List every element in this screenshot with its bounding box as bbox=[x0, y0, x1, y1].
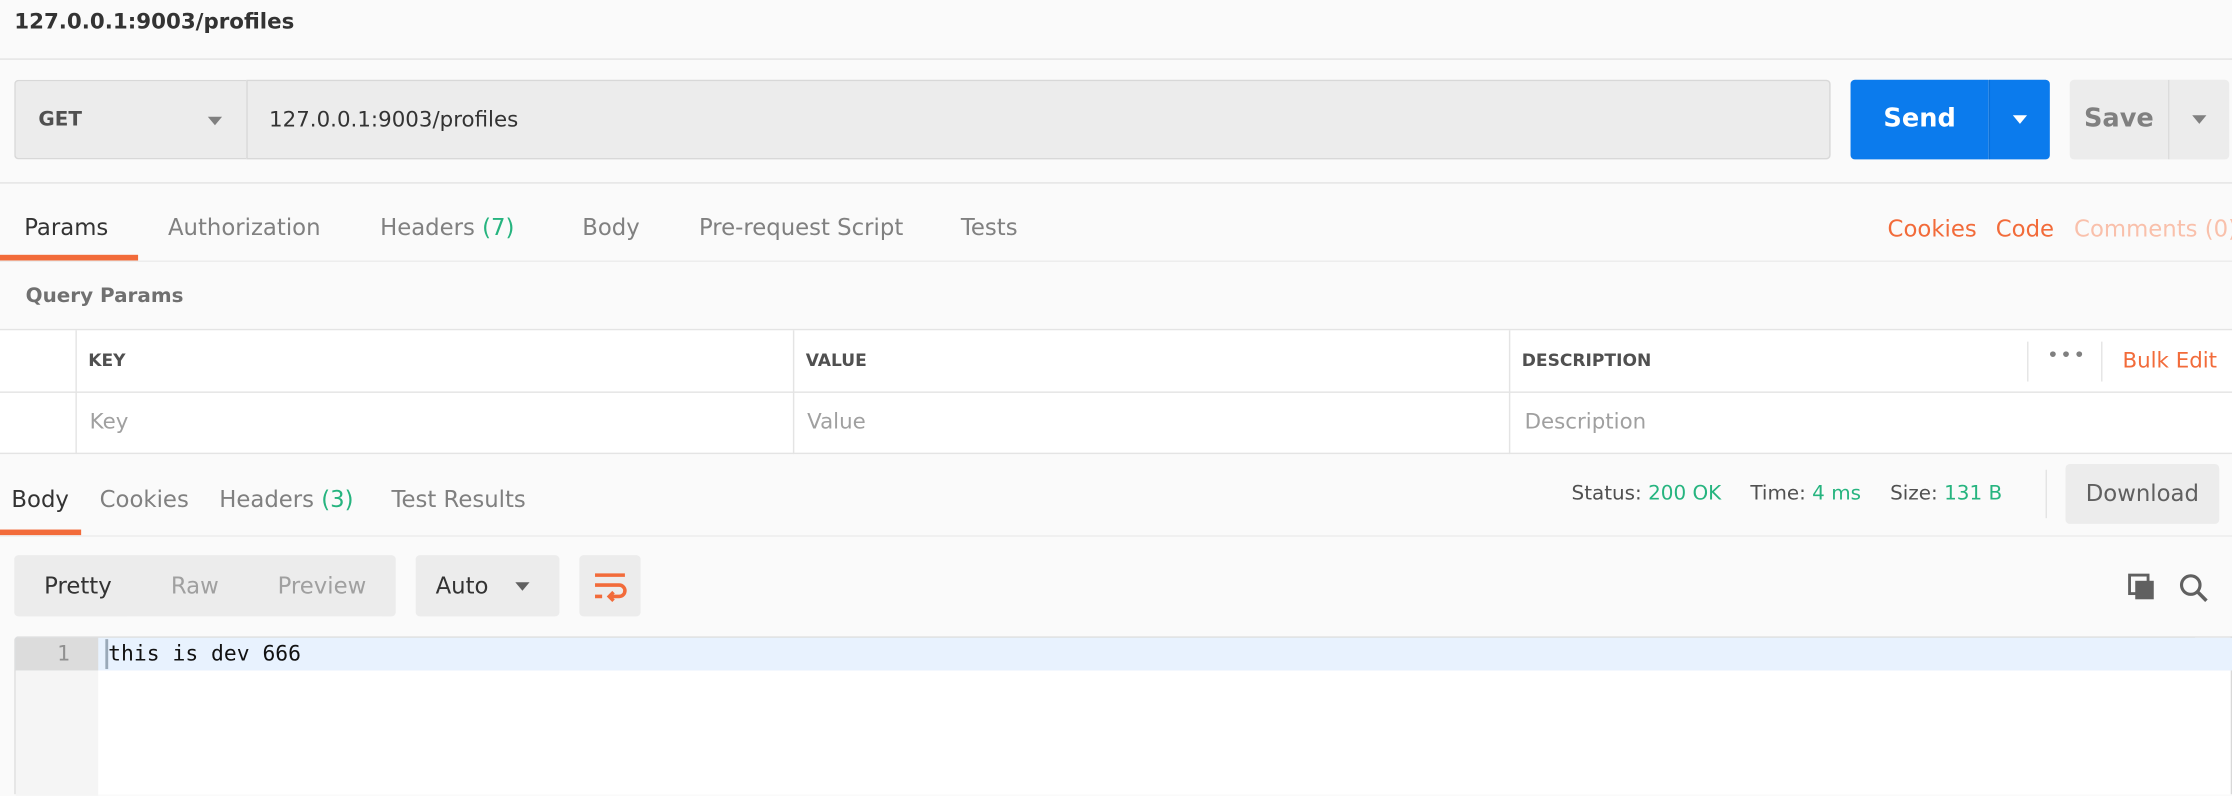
format-value: Auto bbox=[435, 572, 489, 600]
response-editor[interactable]: 1 this is dev 666 bbox=[14, 636, 2232, 796]
request-tabs: Params Authorization Headers (7) Body Pr… bbox=[0, 214, 1139, 262]
size-value: 131 B bbox=[1944, 482, 2003, 506]
chevron-down-icon bbox=[2192, 115, 2207, 124]
tab-headers[interactable]: Headers (7) bbox=[380, 214, 514, 241]
tab-tests[interactable]: Tests bbox=[961, 214, 1018, 241]
tab-response-cookies[interactable]: Cookies bbox=[100, 485, 189, 512]
mode-preview[interactable]: Preview bbox=[278, 572, 367, 599]
tab-authorization[interactable]: Authorization bbox=[168, 214, 321, 241]
value-input[interactable]: Value bbox=[807, 409, 866, 435]
search-icon[interactable] bbox=[2178, 572, 2209, 603]
column-description: DESCRIPTION bbox=[1521, 350, 1652, 371]
method-value: GET bbox=[38, 108, 83, 131]
wrap-icon bbox=[595, 573, 627, 602]
comments-link[interactable]: Comments (0) bbox=[2074, 215, 2232, 242]
tab-params[interactable]: Params bbox=[24, 214, 108, 241]
code-link[interactable]: Code bbox=[1996, 215, 2054, 242]
window-title: 127.0.0.1:9003/profiles bbox=[14, 8, 295, 35]
line-number: 1 bbox=[56, 640, 70, 667]
active-line bbox=[15, 637, 2232, 671]
chevron-down-icon bbox=[207, 116, 223, 126]
url-input[interactable]: 127.0.0.1:9003/profiles bbox=[246, 79, 1831, 160]
description-input[interactable]: Description bbox=[1525, 409, 1647, 435]
method-select[interactable]: GET bbox=[14, 79, 247, 160]
time-value: 4 ms bbox=[1812, 482, 1862, 506]
response-tabs: Body Cookies Headers (3) Test Results bbox=[0, 485, 712, 536]
save-button[interactable]: Save bbox=[2069, 79, 2168, 160]
tab-response-body[interactable]: Body bbox=[11, 485, 68, 512]
send-options-button[interactable] bbox=[1988, 79, 2050, 160]
code-line: this is dev 666 bbox=[108, 640, 302, 667]
tab-body[interactable]: Body bbox=[582, 214, 639, 241]
copy-icon[interactable] bbox=[2127, 572, 2158, 603]
save-options-button[interactable] bbox=[2167, 79, 2230, 160]
mode-raw[interactable]: Raw bbox=[171, 572, 219, 599]
tab-test-results[interactable]: Test Results bbox=[391, 485, 525, 512]
download-button[interactable]: Download bbox=[2065, 464, 2220, 524]
cookies-link[interactable]: Cookies bbox=[1888, 215, 1977, 242]
tab-response-headers[interactable]: Headers (3) bbox=[219, 485, 353, 512]
more-options-icon[interactable]: ••• bbox=[2047, 344, 2087, 367]
bulk-edit-link[interactable]: Bulk Edit bbox=[2122, 347, 2217, 373]
status-value: 200 OK bbox=[1648, 482, 1722, 506]
column-value: VALUE bbox=[805, 350, 867, 371]
query-params-table: KEY VALUE DESCRIPTION ••• Bulk Edit Key … bbox=[0, 328, 2232, 455]
response-meta: Status: 200 OK Time: 4 ms Size: 131 B bbox=[1571, 482, 2003, 506]
column-key: KEY bbox=[88, 350, 126, 371]
wrap-lines-button[interactable] bbox=[579, 555, 641, 617]
chevron-down-icon bbox=[2012, 115, 2028, 124]
key-input[interactable]: Key bbox=[90, 409, 129, 435]
url-value: 127.0.0.1:9003/profiles bbox=[269, 106, 519, 133]
view-mode-group: Pretty Raw Preview bbox=[14, 555, 396, 617]
format-select[interactable]: Auto bbox=[415, 555, 560, 617]
mode-pretty[interactable]: Pretty bbox=[44, 572, 112, 599]
query-params-title: Query Params bbox=[25, 284, 184, 308]
send-button[interactable]: Send bbox=[1850, 79, 1989, 160]
tab-pre-request-script[interactable]: Pre-request Script bbox=[699, 214, 903, 241]
chevron-down-icon bbox=[515, 582, 530, 591]
